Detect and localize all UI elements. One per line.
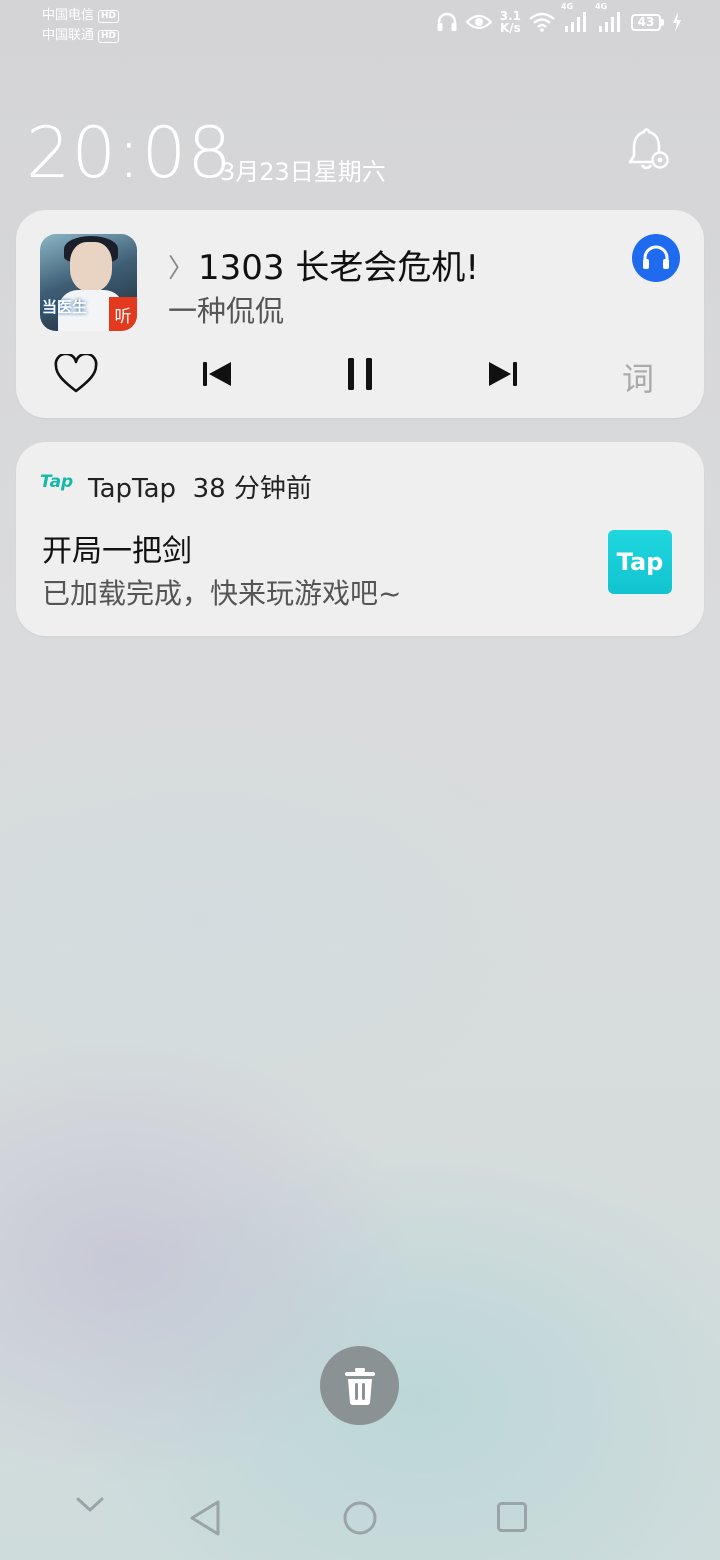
charging-icon (673, 12, 681, 32)
carrier-info: 中国电信 HD 中国联通 HD (42, 6, 120, 46)
nav-down-icon[interactable] (76, 1496, 104, 1514)
previous-button[interactable] (192, 350, 244, 398)
notification-title: 开局一把剑 (42, 534, 192, 569)
lyrics-button[interactable]: 词 (622, 354, 654, 400)
like-button[interactable] (50, 350, 102, 398)
taptap-notification[interactable]: Tap TapTap 38 分钟前 开局一把剑 已加载完成，快来玩游戏吧~ Ta… (16, 442, 704, 636)
song-artist: 一种侃侃 (168, 294, 285, 328)
nav-recents-icon[interactable] (496, 1501, 528, 1533)
lockscreen-date: 3月23日星期六 (220, 158, 386, 186)
chevron-right-icon: 〉 (168, 254, 195, 284)
signal-icon (599, 12, 620, 32)
wifi-icon (529, 12, 555, 32)
pause-button[interactable] (334, 350, 386, 398)
net-speed: 3.1 K/s (499, 9, 521, 35)
next-button[interactable] (476, 350, 528, 398)
album-art[interactable]: 当医生 听 (40, 234, 137, 331)
trash-icon (344, 1367, 375, 1405)
nav-home-icon[interactable] (342, 1500, 378, 1536)
signal-2: 4G (595, 2, 623, 32)
hd-badge: HD (98, 9, 120, 23)
song-title: 1303 长老会危机! (198, 248, 479, 288)
lockscreen-time: 20:08 (26, 112, 233, 194)
notification-body: 已加载完成，快来玩游戏吧~ (42, 577, 402, 610)
hd-badge: HD (98, 29, 120, 43)
headphones-icon (437, 12, 457, 31)
heart-icon (54, 354, 98, 393)
headphones-app-icon[interactable] (632, 234, 680, 282)
taptap-app-icon: Tap (40, 472, 74, 492)
ting-badge: 听 (109, 297, 137, 331)
bell-settings-icon[interactable] (624, 126, 672, 174)
next-icon (489, 362, 517, 386)
carrier-1: 中国电信 (42, 8, 95, 23)
previous-icon (203, 362, 231, 386)
notification-app-name: TapTap (88, 474, 177, 504)
music-player-card[interactable]: 当医生 听 〉 1303 长老会危机! 一种侃侃 词 (16, 210, 704, 418)
signal-1: 4G (561, 2, 589, 32)
clear-notifications-button[interactable] (320, 1346, 399, 1425)
notification-time: 38 分钟前 (192, 474, 312, 504)
notification-header: TapTap 38 分钟前 (88, 468, 312, 505)
pause-icon (348, 358, 372, 390)
battery-icon: 43 (631, 13, 664, 31)
nav-back-icon[interactable] (188, 1499, 222, 1537)
status-icons: 3.1 K/s 4G 4G 43 (436, 2, 682, 35)
eye-icon (465, 14, 492, 30)
signal-icon (565, 12, 586, 32)
carrier-2: 中国联通 (42, 28, 95, 43)
taptap-logo: Tap (608, 530, 672, 594)
